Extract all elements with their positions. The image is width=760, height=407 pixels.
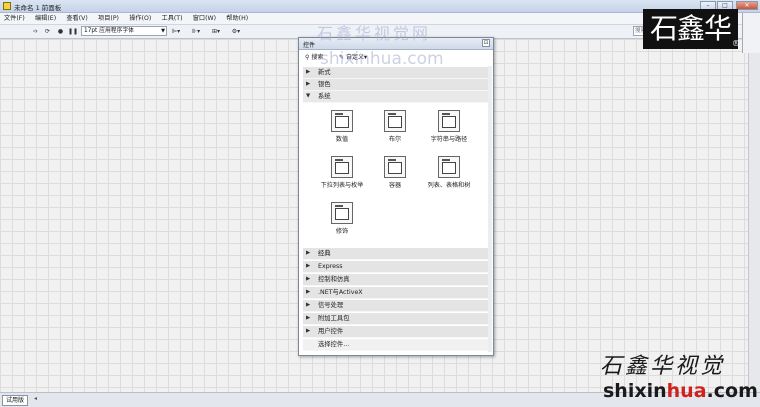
palette-category-silver[interactable]: ▶ 银色 bbox=[303, 79, 488, 91]
palette-category-addons[interactable]: ▶ 附加工具包 bbox=[303, 313, 488, 325]
close-button[interactable]: ✕ bbox=[736, 1, 758, 10]
brand-logo: 石鑫华 ® bbox=[643, 9, 740, 49]
expand-triangle-icon: ▶ bbox=[306, 69, 311, 75]
labview-app-icon bbox=[3, 2, 11, 10]
palette-title: 控件 bbox=[303, 42, 316, 49]
menu-file[interactable]: 文件(F) bbox=[0, 13, 29, 24]
category-label: 用户控件 bbox=[318, 328, 344, 335]
palette-scrollbar[interactable] bbox=[488, 66, 492, 352]
expand-triangle-icon: ▶ bbox=[306, 302, 311, 308]
reorder-icon[interactable]: ⚙▾ bbox=[229, 27, 243, 36]
menu-view[interactable]: 查看(V) bbox=[62, 13, 91, 24]
category-label: .NET与ActiveX bbox=[318, 289, 363, 296]
category-label: Express bbox=[318, 263, 343, 270]
search-icon: ⚲ bbox=[305, 54, 310, 61]
palette-category-dotnet-activex[interactable]: ▶ .NET与ActiveX bbox=[303, 287, 488, 299]
numeric-control-icon bbox=[331, 110, 353, 132]
item-label: 字符串与路径 bbox=[430, 136, 468, 143]
ring-enum-icon bbox=[331, 156, 353, 178]
palette-category-express[interactable]: ▶ Express bbox=[303, 261, 488, 273]
font-selector[interactable]: 17pt 应用程序字体 ▼ bbox=[81, 26, 167, 36]
palette-select-control[interactable]: 选择控件... bbox=[303, 339, 488, 351]
brand-url: shixinhua.com bbox=[603, 380, 758, 402]
menu-project[interactable]: 项目(P) bbox=[94, 13, 123, 24]
run-arrow-icon[interactable]: ➩ bbox=[31, 27, 40, 36]
category-label: 银色 bbox=[318, 81, 331, 88]
vertical-scrollbar[interactable] bbox=[748, 39, 760, 392]
watermark-url: shixinhua.com bbox=[320, 49, 444, 69]
distribute-objects-icon[interactable]: ⊪▾ bbox=[189, 27, 203, 36]
expand-triangle-icon: ▶ bbox=[306, 276, 311, 282]
url-part: .com bbox=[706, 380, 758, 402]
expand-triangle-icon: ▶ bbox=[306, 81, 311, 87]
category-label: 附加工具包 bbox=[318, 315, 350, 322]
item-label: 修饰 bbox=[335, 228, 349, 235]
decoration-icon bbox=[331, 202, 353, 224]
menu-tools[interactable]: 工具(T) bbox=[158, 13, 187, 24]
window-title: 未命名 1 前面板 bbox=[14, 4, 62, 12]
pin-icon[interactable]: ⊡ bbox=[482, 39, 490, 47]
container-icon bbox=[384, 156, 406, 178]
expand-triangle-icon: ▶ bbox=[306, 315, 311, 321]
palette-item-list-table-tree[interactable]: 列表、表格和树 bbox=[414, 156, 484, 198]
palette-item-decorations[interactable]: 修饰 bbox=[307, 202, 377, 244]
palette-category-classic[interactable]: ▶ 经典 bbox=[303, 248, 488, 260]
menu-edit[interactable]: 编辑(E) bbox=[31, 13, 60, 24]
run-continuously-icon[interactable]: ⟳ bbox=[43, 27, 52, 36]
abort-icon[interactable]: ● bbox=[56, 27, 65, 36]
palette-category-signal-processing[interactable]: ▶ 信号处理 bbox=[303, 300, 488, 312]
font-selector-value: 17pt 应用程序字体 bbox=[84, 28, 134, 34]
palette-category-system[interactable]: ▼ 系统 bbox=[303, 91, 488, 103]
pause-icon[interactable]: ❚❚ bbox=[68, 27, 78, 36]
brand-logo-text: 石鑫华 bbox=[649, 12, 732, 45]
expand-triangle-icon: ▶ bbox=[306, 328, 311, 334]
controls-palette: 控件 ⊡ ⚲ 搜索 ✎ 自定义▾ ▶ 新式 ▶ 银色 ▼ 系统 数值 布尔 字符… bbox=[298, 37, 494, 356]
brush-calligraphy: 石鑫华视觉 bbox=[600, 354, 726, 379]
menu-operate[interactable]: 操作(O) bbox=[125, 13, 155, 24]
string-path-icon bbox=[438, 110, 460, 132]
url-part: shixin bbox=[603, 380, 667, 402]
registered-mark: ® bbox=[732, 39, 740, 48]
menu-window[interactable]: 窗口(W) bbox=[189, 13, 220, 24]
category-label: 经典 bbox=[318, 250, 331, 257]
item-label: 列表、表格和树 bbox=[427, 182, 471, 189]
boolean-control-icon bbox=[384, 110, 406, 132]
watermark-chinese: 石鑫华视觉网 bbox=[317, 24, 432, 43]
expand-triangle-icon: ▶ bbox=[306, 289, 311, 295]
palette-category-control-simulation[interactable]: ▶ 控制和仿真 bbox=[303, 274, 488, 286]
list-table-icon bbox=[438, 156, 460, 178]
expand-triangle-icon: ▶ bbox=[306, 263, 311, 269]
scroll-left-icon[interactable]: ◂ bbox=[34, 395, 37, 402]
align-objects-icon[interactable]: ⊫▾ bbox=[169, 27, 183, 36]
category-label: 选择控件... bbox=[318, 341, 350, 348]
url-part-red: hua bbox=[666, 380, 707, 402]
palette-category-user-controls[interactable]: ▶ 用户控件 bbox=[303, 326, 488, 338]
resize-objects-icon[interactable]: ⊞▾ bbox=[209, 27, 223, 36]
sticker-panel bbox=[742, 13, 760, 53]
trial-version-tab[interactable]: 试用版 bbox=[2, 395, 29, 406]
collapse-triangle-icon: ▼ bbox=[306, 93, 311, 99]
chevron-down-icon: ▼ bbox=[161, 28, 165, 34]
expand-triangle-icon: ▶ bbox=[306, 250, 311, 256]
palette-item-string-path[interactable]: 字符串与路径 bbox=[414, 110, 484, 152]
menu-help[interactable]: 帮助(H) bbox=[222, 13, 252, 24]
category-label: 控制和仿真 bbox=[318, 276, 350, 283]
category-label: 信号处理 bbox=[318, 302, 344, 309]
category-label: 系统 bbox=[318, 93, 331, 100]
